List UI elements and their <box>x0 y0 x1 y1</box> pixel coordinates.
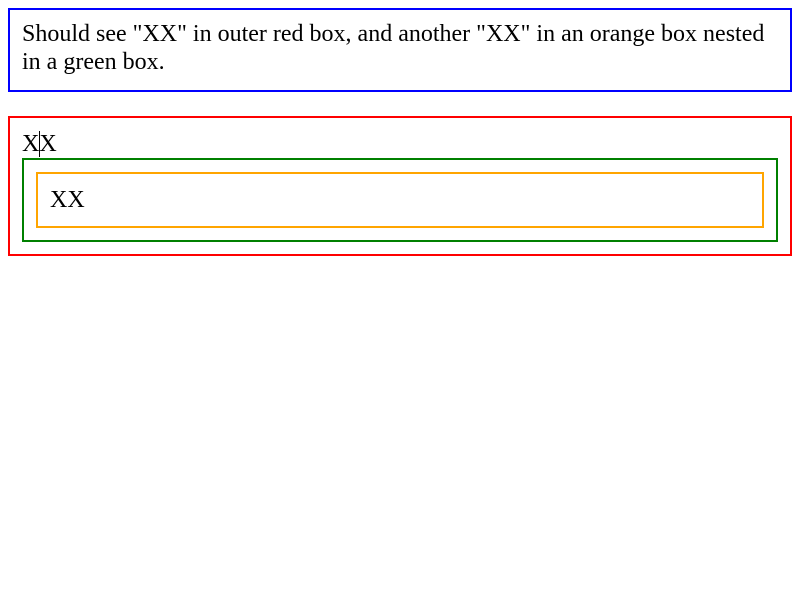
orange-box: XX <box>36 172 764 228</box>
description-box: Should see "XX" in outer red box, and an… <box>8 8 792 92</box>
inner-text: XX <box>50 187 85 213</box>
outer-text-first-char: X <box>22 131 40 157</box>
green-box: XX <box>22 158 778 242</box>
description-text: Should see "XX" in outer red box, and an… <box>22 21 765 75</box>
outer-red-box: XX XX <box>8 116 792 256</box>
outer-text[interactable]: XX <box>22 130 57 158</box>
outer-text-second-char: X <box>39 131 57 157</box>
